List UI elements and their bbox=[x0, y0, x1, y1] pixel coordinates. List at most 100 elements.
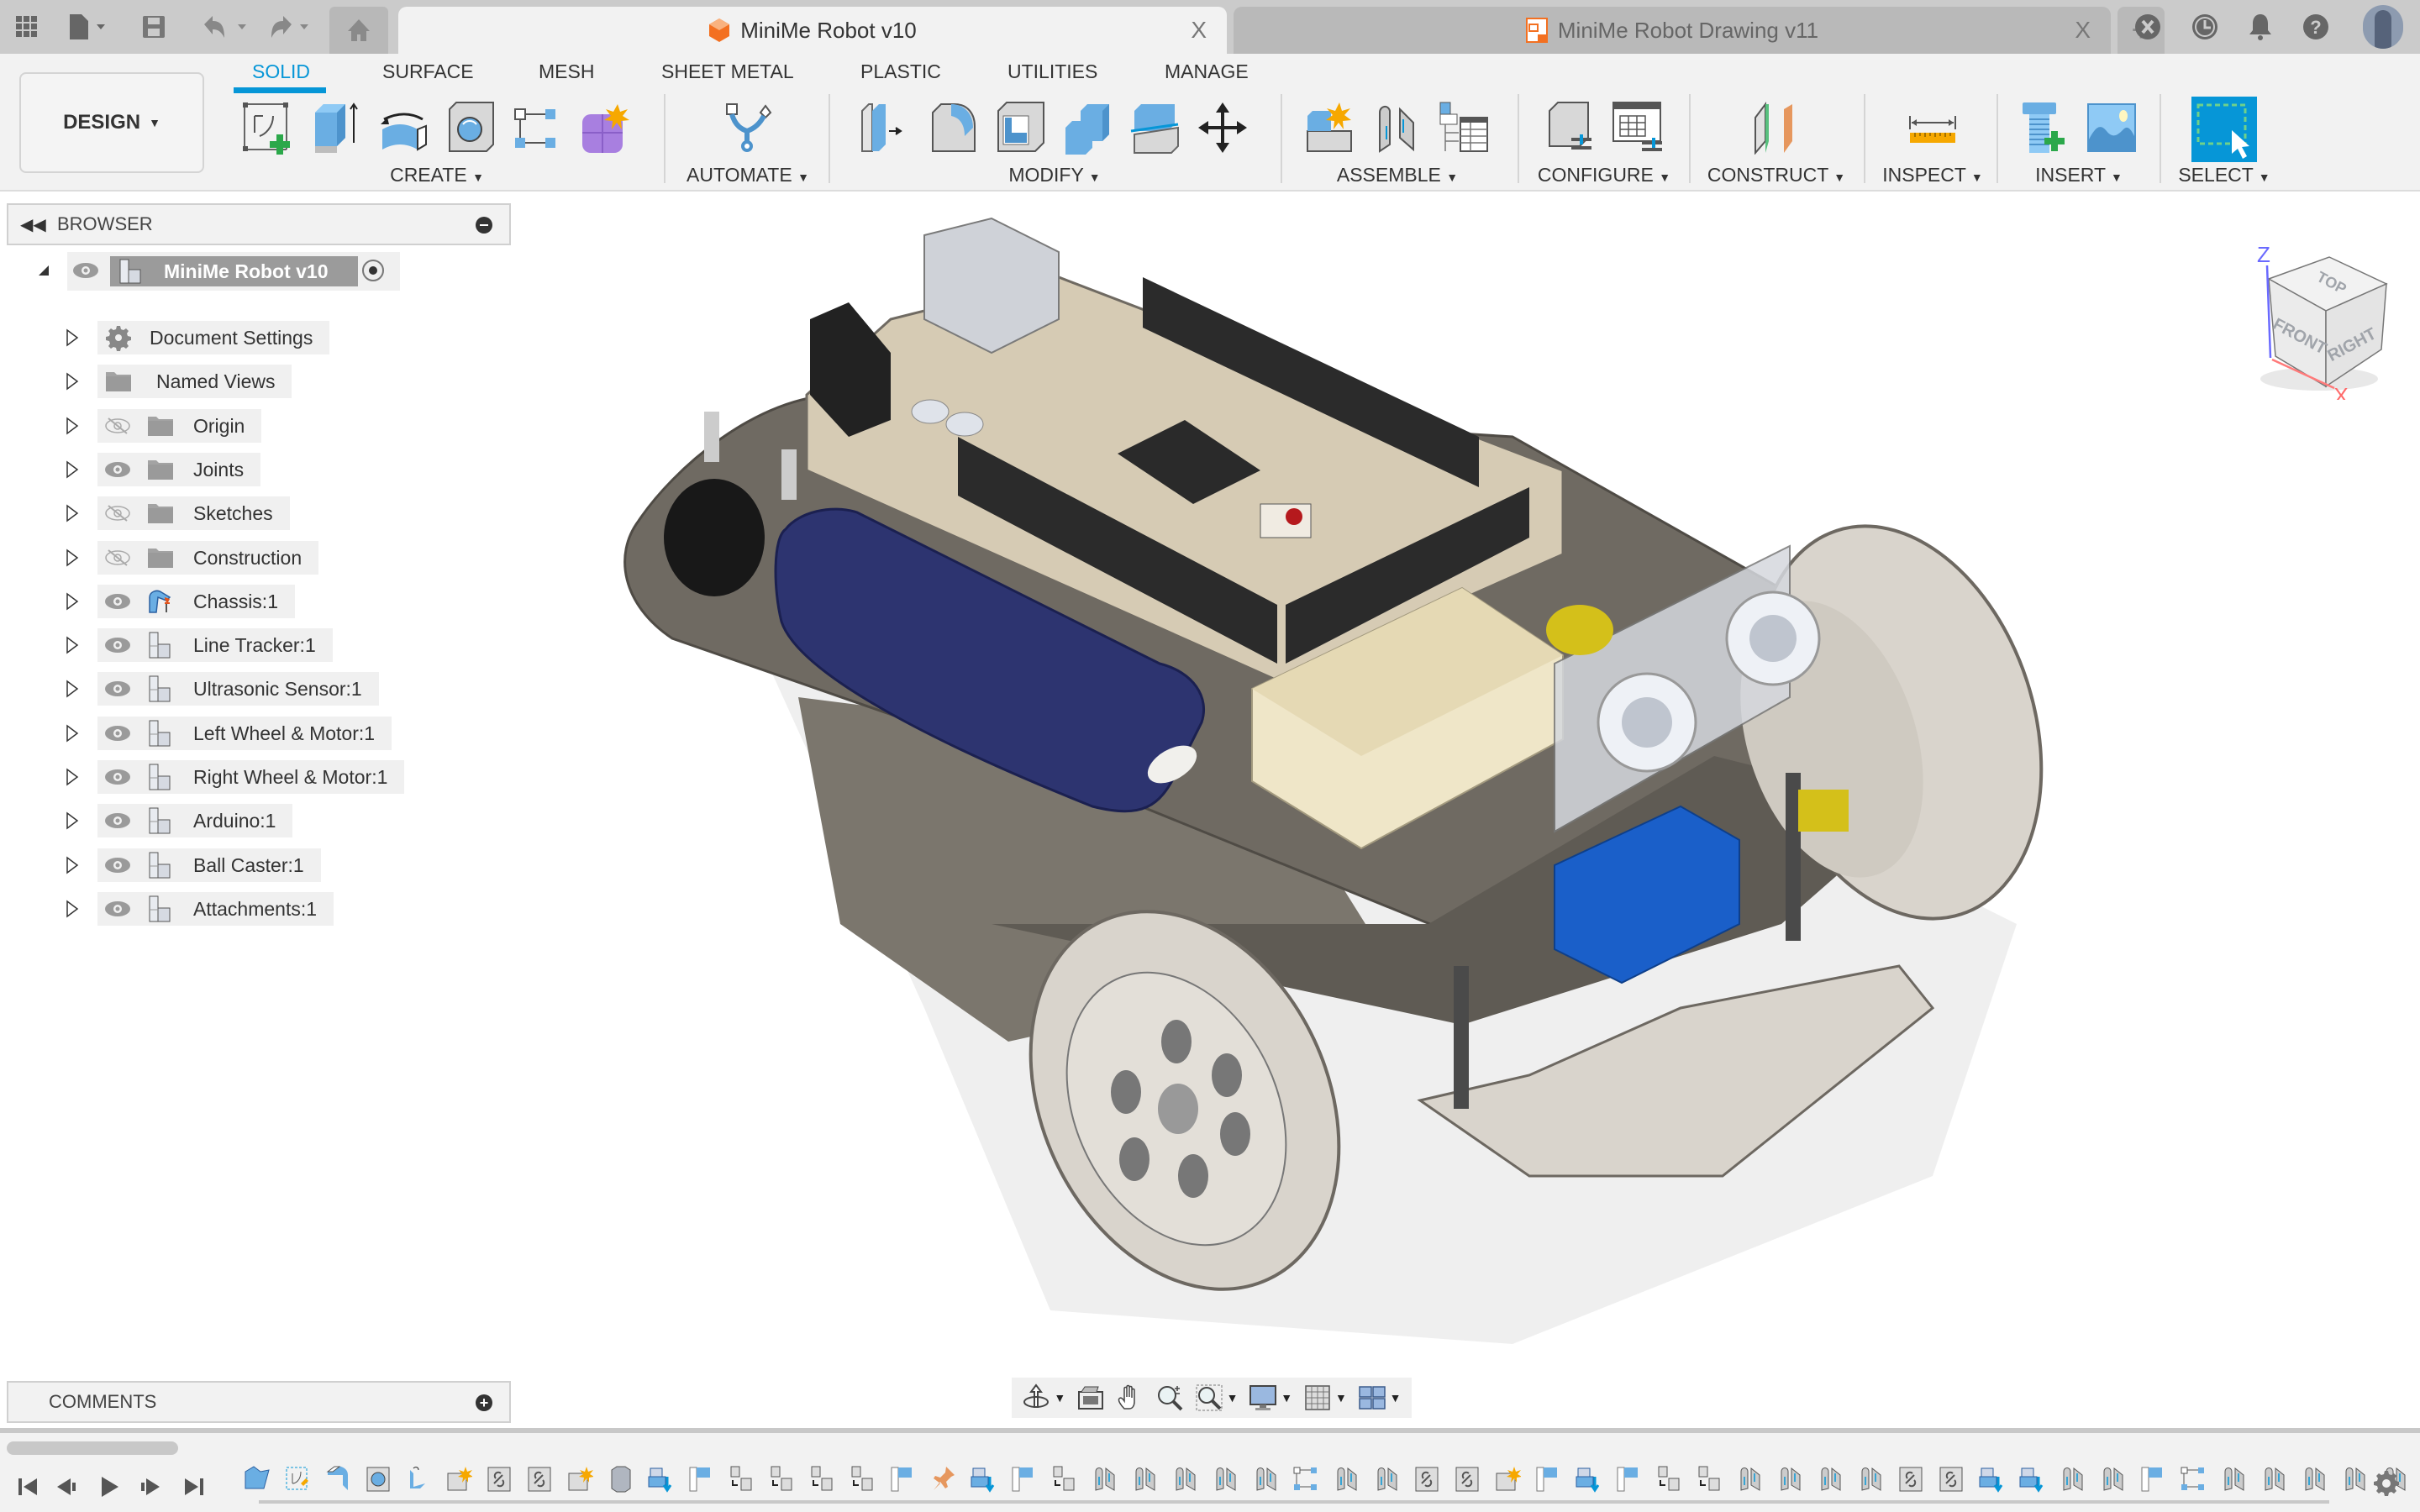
browser-item-pill[interactable]: Named Views bbox=[97, 365, 292, 398]
split-feature-icon[interactable] bbox=[687, 1465, 714, 1494]
joint-feature-icon[interactable] bbox=[1736, 1465, 1763, 1494]
activate-radio-icon[interactable] bbox=[361, 259, 385, 282]
rigid-group-feature-icon[interactable] bbox=[1938, 1465, 1965, 1494]
shell-icon[interactable] bbox=[995, 101, 1047, 155]
collapse-panel-icon[interactable]: ◀◀ bbox=[20, 214, 46, 235]
rigid-group-feature-icon[interactable] bbox=[526, 1465, 553, 1494]
bill-of-materials-icon[interactable] bbox=[1439, 101, 1491, 155]
rigid-group-feature-icon[interactable] bbox=[1454, 1465, 1481, 1494]
tab-manage[interactable]: MANAGE bbox=[1165, 60, 1249, 83]
joint-feature-icon[interactable] bbox=[1857, 1465, 1884, 1494]
joint-feature-icon[interactable] bbox=[1091, 1465, 1118, 1494]
eye-icon[interactable] bbox=[72, 262, 99, 279]
browser-item-pill[interactable]: Document Settings bbox=[97, 321, 330, 354]
tab-utilities[interactable]: UTILITIES bbox=[1007, 60, 1097, 83]
move-feature-icon[interactable] bbox=[808, 1465, 835, 1494]
ground-pin-feature-icon[interactable] bbox=[929, 1465, 956, 1494]
insert-derive-feature-icon[interactable] bbox=[970, 1465, 997, 1494]
timeline-settings-gear-icon[interactable] bbox=[2373, 1470, 2400, 1497]
expand-arrow-icon[interactable] bbox=[66, 504, 79, 522]
split-feature-icon[interactable] bbox=[1534, 1465, 1561, 1494]
fillet-icon[interactable] bbox=[928, 101, 980, 155]
tab-plastic[interactable]: PLASTIC bbox=[860, 60, 941, 83]
joint-feature-icon[interactable] bbox=[2059, 1465, 2086, 1494]
expanded-triangle-icon[interactable] bbox=[37, 264, 50, 277]
orbit-tool[interactable]: ▼ bbox=[1022, 1383, 1065, 1412]
joint-feature-icon[interactable] bbox=[2099, 1465, 2126, 1494]
sketch-feature-icon[interactable] bbox=[284, 1465, 311, 1494]
rigid-group-feature-icon[interactable] bbox=[1897, 1465, 1924, 1494]
tab-solid[interactable]: SOLID bbox=[252, 60, 310, 83]
tab-minime-drawing[interactable]: MiniMe Robot Drawing v11 X bbox=[1234, 7, 2111, 54]
split-feature-icon[interactable] bbox=[1615, 1465, 1642, 1494]
expand-arrow-icon[interactable] bbox=[66, 768, 79, 786]
browser-item-pill[interactable]: Line Tracker:1 bbox=[97, 628, 333, 662]
insert-derive-feature-icon[interactable] bbox=[2018, 1465, 2045, 1494]
construct-menu[interactable]: CONSTRUCT bbox=[1707, 164, 1828, 186]
tab-sheet-metal[interactable]: SHEET METAL bbox=[661, 60, 794, 83]
insert-derive-feature-icon[interactable] bbox=[1978, 1465, 2005, 1494]
redo-icon[interactable] bbox=[262, 10, 313, 44]
joint-feature-icon[interactable] bbox=[2301, 1465, 2328, 1494]
browser-item-pill[interactable]: Chassis:1 bbox=[97, 585, 295, 618]
expand-arrow-icon[interactable] bbox=[66, 460, 79, 479]
file-menu-icon[interactable] bbox=[67, 10, 109, 44]
automated-modeling-icon[interactable] bbox=[722, 101, 774, 155]
eye-icon[interactable] bbox=[104, 636, 131, 654]
root-selected[interactable]: MiniMe Robot v10 bbox=[110, 256, 358, 286]
window-select-icon[interactable] bbox=[2191, 97, 2257, 162]
minimize-panel-button[interactable] bbox=[476, 217, 492, 234]
canvas-viewport[interactable] bbox=[513, 193, 2420, 1428]
tab-mesh[interactable]: MESH bbox=[539, 60, 594, 83]
automate-menu[interactable]: AUTOMATE bbox=[687, 164, 792, 186]
workspace-switcher[interactable]: DESIGN ▼ bbox=[19, 72, 204, 173]
display-settings-tool[interactable]: ▼ bbox=[1249, 1383, 1292, 1412]
eye-icon[interactable] bbox=[104, 811, 131, 830]
move-feature-icon[interactable] bbox=[728, 1465, 755, 1494]
timeline-scrollbar[interactable] bbox=[7, 1441, 178, 1455]
sheet-metal-feature-icon[interactable] bbox=[244, 1465, 271, 1494]
robot-model[interactable] bbox=[513, 193, 2420, 1428]
joint-feature-icon[interactable] bbox=[1817, 1465, 1844, 1494]
move-copy-icon[interactable] bbox=[1197, 101, 1249, 155]
expand-arrow-icon[interactable] bbox=[66, 549, 79, 567]
new-component-feature-icon[interactable] bbox=[445, 1465, 472, 1494]
expand-arrow-icon[interactable] bbox=[66, 372, 79, 391]
flange-feature-icon[interactable] bbox=[324, 1465, 351, 1494]
eye-hidden-icon[interactable] bbox=[104, 504, 131, 522]
measure-icon[interactable] bbox=[1907, 101, 1959, 155]
hole-icon[interactable] bbox=[445, 101, 497, 155]
split-feature-icon[interactable] bbox=[889, 1465, 916, 1494]
move-feature-icon[interactable] bbox=[849, 1465, 876, 1494]
new-component-feature-icon[interactable] bbox=[566, 1465, 593, 1494]
eye-icon[interactable] bbox=[104, 460, 131, 479]
expand-arrow-icon[interactable] bbox=[66, 636, 79, 654]
browser-item-pill[interactable]: Arduino:1 bbox=[97, 804, 293, 837]
expand-arrow-icon[interactable] bbox=[66, 680, 79, 698]
insert-derive-feature-icon[interactable] bbox=[647, 1465, 674, 1494]
go-to-end-button[interactable] bbox=[183, 1472, 205, 1502]
configure-menu[interactable]: CONFIGURE bbox=[1538, 164, 1654, 186]
joint-feature-icon[interactable] bbox=[2220, 1465, 2247, 1494]
play-button[interactable] bbox=[99, 1472, 121, 1502]
insert-derive-feature-icon[interactable] bbox=[1575, 1465, 1602, 1494]
joint-icon[interactable] bbox=[1371, 101, 1423, 155]
create-form-icon[interactable] bbox=[579, 101, 631, 155]
eye-icon[interactable] bbox=[104, 900, 131, 918]
browser-item-pill[interactable]: Attachments:1 bbox=[97, 892, 334, 926]
pattern-feature-icon[interactable] bbox=[2180, 1465, 2207, 1494]
eye-icon[interactable] bbox=[104, 856, 131, 874]
eye-icon[interactable] bbox=[104, 724, 131, 743]
pattern-feature-icon[interactable] bbox=[1292, 1465, 1319, 1494]
undo-icon[interactable] bbox=[198, 10, 249, 44]
new-component-feature-icon[interactable] bbox=[1494, 1465, 1521, 1494]
fit-tool[interactable]: ▼ bbox=[1195, 1383, 1238, 1412]
browser-item-pill[interactable]: Right Wheel & Motor:1 bbox=[97, 760, 405, 794]
split-body-icon[interactable] bbox=[1129, 101, 1181, 155]
step-forward-button[interactable] bbox=[139, 1472, 161, 1502]
add-comment-button[interactable]: + bbox=[476, 1394, 492, 1411]
eye-hidden-icon[interactable] bbox=[104, 549, 131, 567]
rigid-group-feature-icon[interactable] bbox=[1413, 1465, 1440, 1494]
eye-icon[interactable] bbox=[104, 592, 131, 611]
look-at-tool[interactable] bbox=[1076, 1383, 1105, 1412]
